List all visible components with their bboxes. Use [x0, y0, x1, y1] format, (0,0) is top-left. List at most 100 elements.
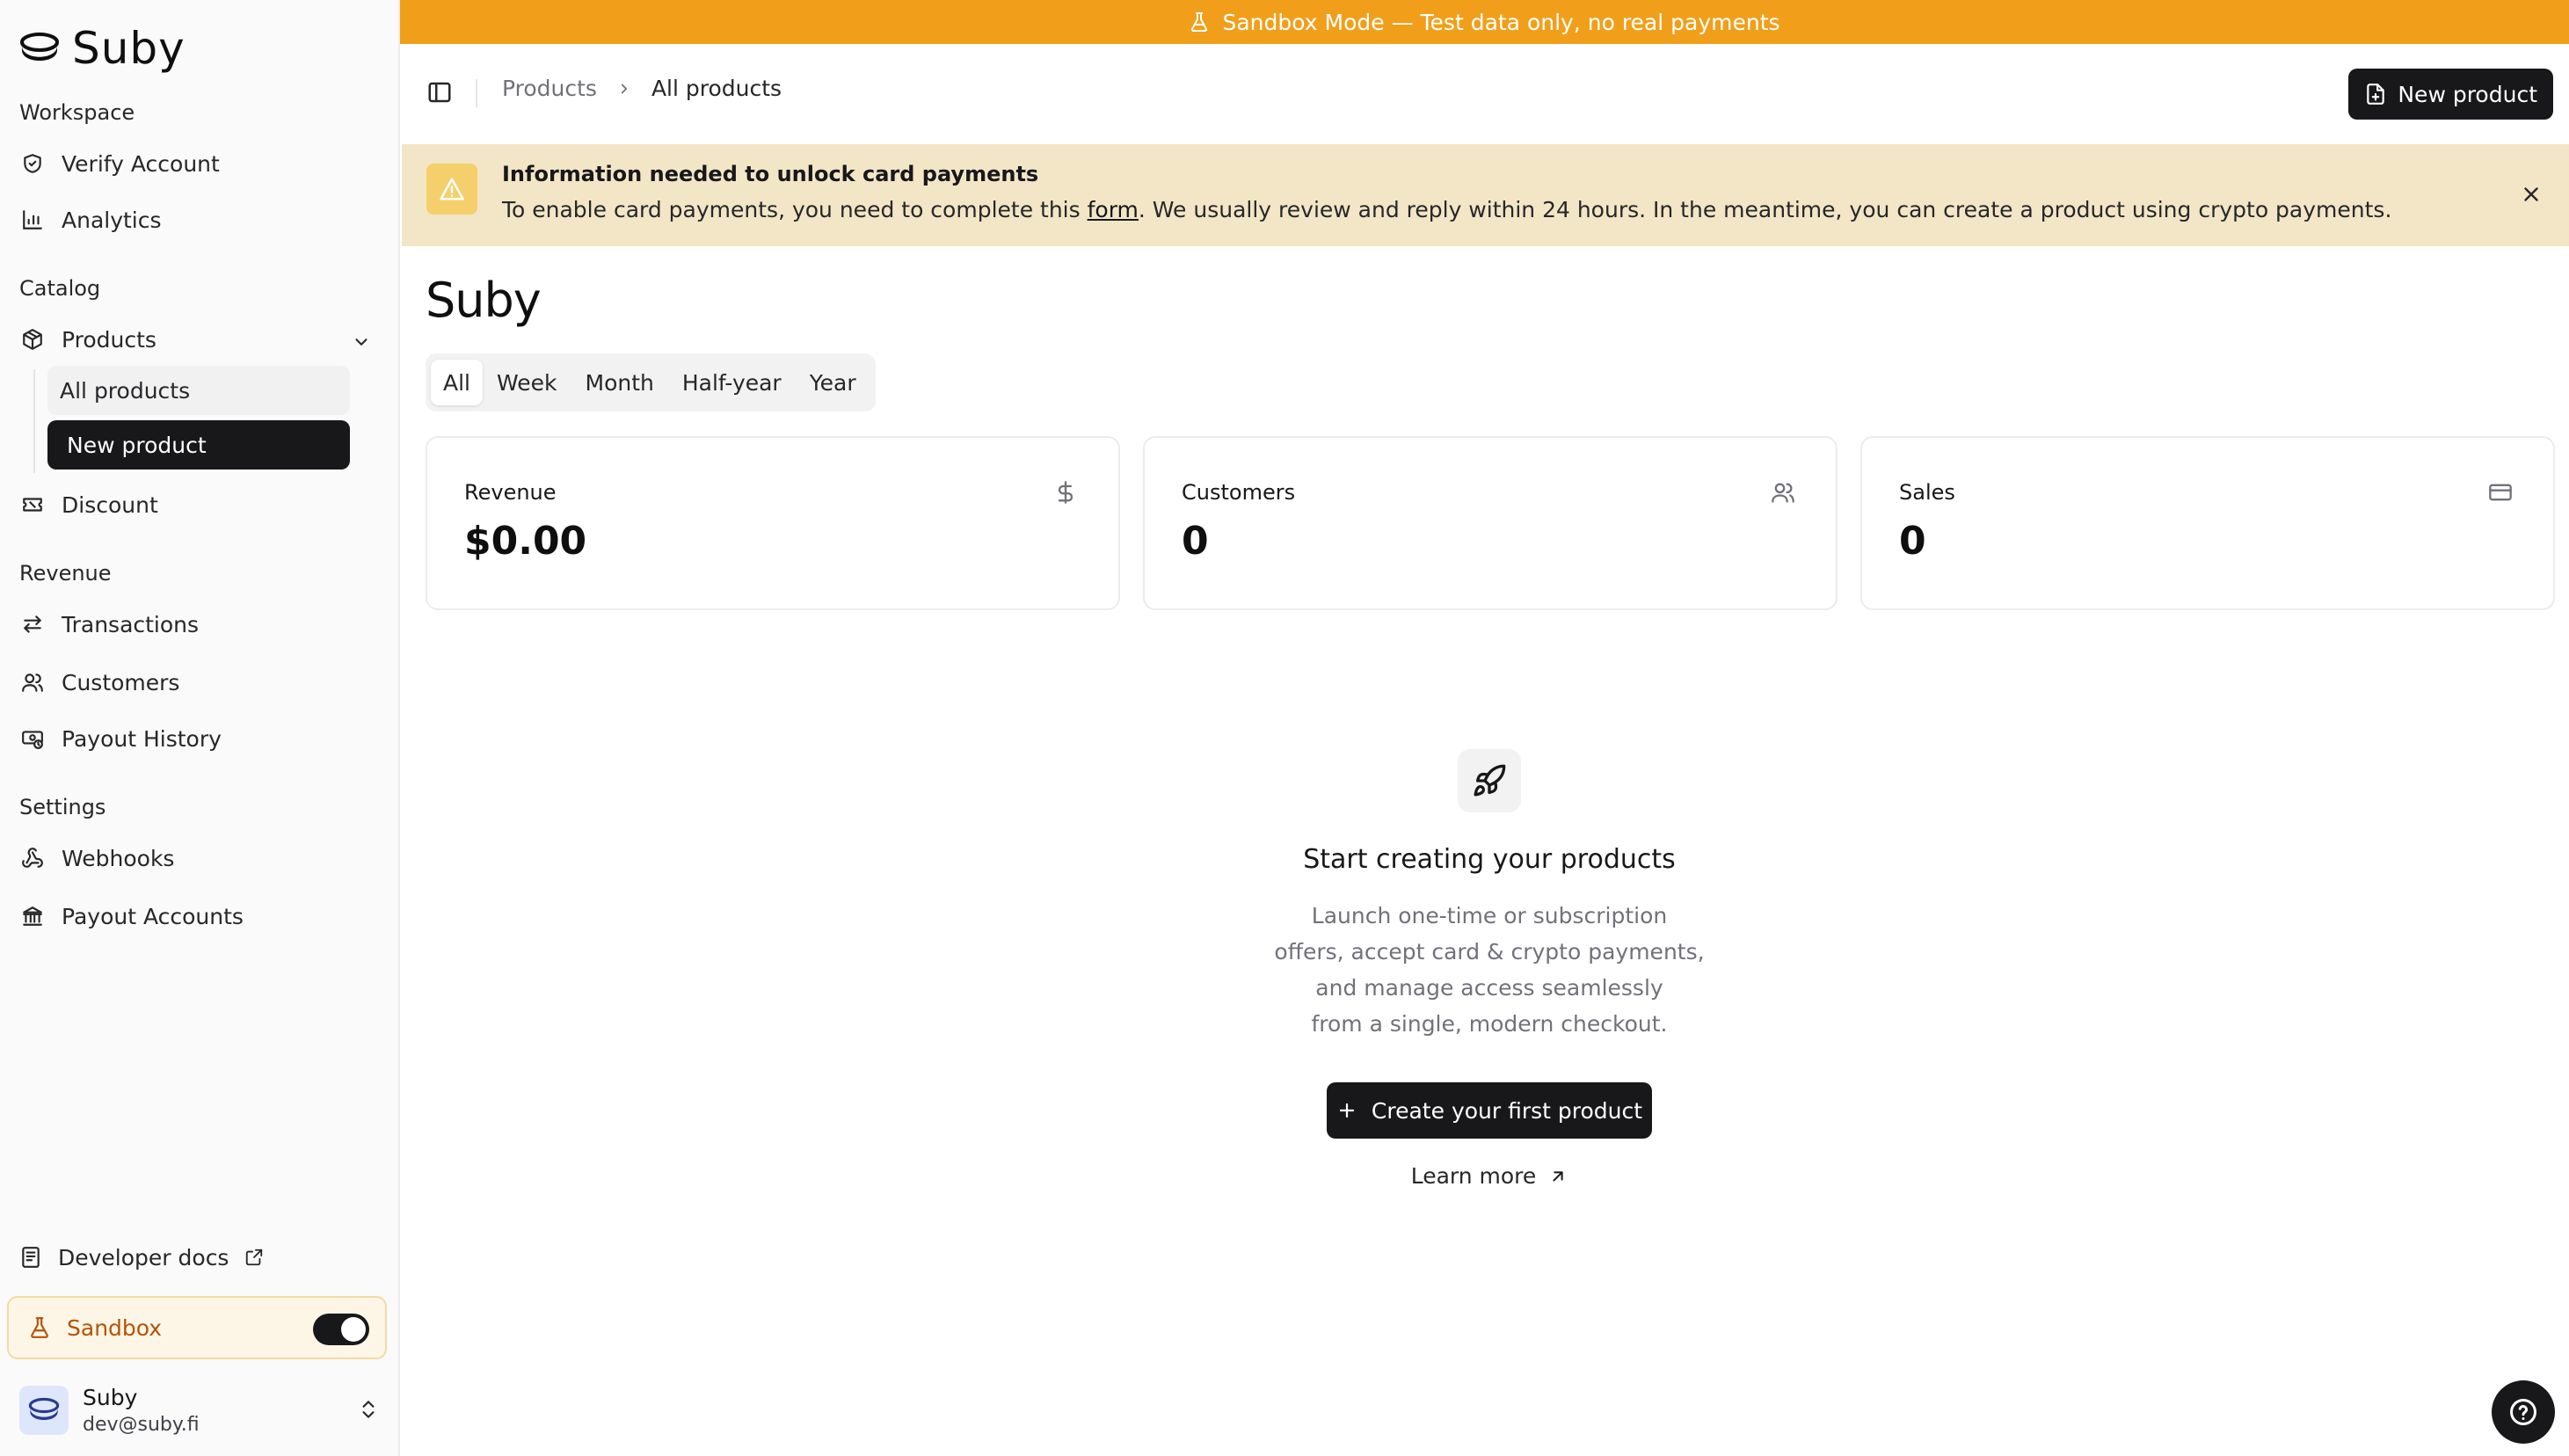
- webhook-icon: [19, 845, 46, 871]
- avatar: [19, 1386, 69, 1435]
- user-name: Suby: [83, 1385, 138, 1410]
- file-plus-icon: [2364, 83, 2387, 106]
- learn-more-link[interactable]: Learn more: [1411, 1163, 1568, 1189]
- empty-state: Start creating your products Launch one-…: [1138, 749, 1841, 1189]
- sidebar-item-label: Discount: [62, 491, 158, 518]
- info-banner-text: To enable card payments, you need to com…: [502, 197, 2391, 222]
- sidebar-item-label: Webhooks: [62, 845, 175, 871]
- toggle-knob: [341, 1317, 366, 1342]
- stat-label: Sales: [1899, 480, 1955, 505]
- page-title: Suby: [426, 273, 542, 328]
- rocket-icon: [1458, 749, 1521, 812]
- sandbox-panel: Sandbox: [7, 1296, 387, 1359]
- book-icon: [19, 1246, 42, 1269]
- sidebar-item-products[interactable]: Products: [19, 318, 156, 360]
- period-half-year[interactable]: Half-year: [668, 360, 796, 405]
- sidebar-item-label: Customers: [62, 669, 180, 695]
- shield-check-icon: [19, 150, 46, 177]
- stat-label: Customers: [1182, 480, 1296, 505]
- info-text-after: . We usually review and reply within 24 …: [1138, 197, 2392, 222]
- sidebar-item-payout-accounts[interactable]: Payout Accounts: [19, 895, 244, 937]
- user-account-switcher[interactable]: Suby dev@suby.fi: [19, 1382, 380, 1438]
- suby-logo-icon: [19, 31, 60, 66]
- sidebar-item-label: Products: [62, 326, 156, 353]
- info-text-before: To enable card payments, you need to com…: [502, 197, 1088, 222]
- description-line: offers, accept card & crypto payments,: [1274, 939, 1705, 965]
- revenue-card: Revenue $0.00: [426, 436, 1120, 610]
- customers-card: Customers 0: [1143, 436, 1838, 610]
- user-email: dev@suby.fi: [83, 1414, 200, 1436]
- sidebar-item-label: Payout History: [62, 725, 222, 752]
- developer-docs-link[interactable]: Developer docs: [19, 1236, 264, 1278]
- external-link-icon: [244, 1248, 264, 1267]
- sidebar-item-label: Transactions: [62, 611, 200, 637]
- users-icon: [1771, 480, 1797, 506]
- sidebar-item-label: Payout Accounts: [62, 903, 244, 929]
- info-banner-title: Information needed to unlock card paymen…: [502, 162, 1039, 186]
- sidebar-item-label: Verify Account: [62, 150, 220, 177]
- sales-card: Sales 0: [1860, 436, 2555, 610]
- chevrons-up-down-icon: [357, 1396, 380, 1423]
- description-line: Launch one-time or subscription: [1311, 903, 1668, 928]
- ticket-icon: [19, 491, 46, 518]
- arrow-up-right-icon: [1548, 1167, 1568, 1186]
- users-icon: [19, 669, 46, 695]
- close-icon[interactable]: [2520, 183, 2544, 207]
- stat-value: $0.00: [464, 519, 587, 564]
- breadcrumb-products[interactable]: Products: [502, 76, 597, 101]
- brand-logo[interactable]: Suby: [19, 23, 186, 74]
- bank-icon: [19, 903, 46, 929]
- flask-icon: [1189, 11, 1210, 33]
- sandbox-toggle[interactable]: [313, 1314, 369, 1345]
- sidebar-item-analytics[interactable]: Analytics: [19, 199, 162, 241]
- create-first-product-button[interactable]: Create your first product: [1327, 1082, 1652, 1139]
- empty-state-title: Start creating your products: [1303, 844, 1676, 875]
- sidebar-toggle-icon[interactable]: [426, 79, 455, 107]
- sidebar: Suby Workspace Verify Account Analytics …: [0, 0, 400, 1456]
- chevron-right-icon: [616, 81, 632, 97]
- description-line: from a single, modern checkout.: [1311, 1011, 1668, 1037]
- stat-label: Revenue: [464, 480, 557, 505]
- sidebar-item-customers[interactable]: Customers: [19, 661, 179, 703]
- brand-name: Suby: [72, 23, 186, 74]
- section-revenue: Revenue: [19, 561, 112, 586]
- period-all[interactable]: All: [431, 360, 483, 405]
- period-month[interactable]: Month: [571, 360, 668, 405]
- chevron-down-icon[interactable]: [348, 329, 375, 355]
- sandbox-mode-text: Sandbox Mode — Test data only, no real p…: [1222, 9, 1780, 35]
- sidebar-item-label: Analytics: [62, 207, 162, 233]
- arrows-left-right-icon: [19, 611, 46, 637]
- stat-value: 0: [1899, 519, 1926, 564]
- sidebar-item-new-product[interactable]: New product: [47, 420, 350, 470]
- warning-icon: [426, 164, 477, 215]
- bar-chart-icon: [19, 207, 46, 233]
- period-week[interactable]: Week: [483, 360, 571, 405]
- card-payments-info-banner: Information needed to unlock card paymen…: [402, 144, 2569, 246]
- new-product-label: New product: [2398, 81, 2537, 107]
- credit-card-icon: [2488, 480, 2514, 506]
- flask-icon: [28, 1316, 51, 1339]
- help-circle-icon: [2507, 1396, 2539, 1428]
- developer-docs-label: Developer docs: [58, 1244, 229, 1270]
- breadcrumb-current: All products: [651, 76, 782, 101]
- sidebar-item-payout-history[interactable]: Payout History: [19, 717, 222, 760]
- section-workspace: Workspace: [19, 100, 135, 125]
- divider: [476, 79, 477, 107]
- form-link[interactable]: form: [1088, 197, 1139, 222]
- sidebar-item-webhooks[interactable]: Webhooks: [19, 837, 174, 879]
- plus-icon: [1336, 1100, 1357, 1121]
- sidebar-item-discount[interactable]: Discount: [19, 484, 158, 526]
- package-icon: [19, 326, 46, 353]
- empty-state-description: Launch one-time or subscription offers, …: [1261, 898, 1718, 1042]
- help-button[interactable]: [2492, 1380, 2555, 1444]
- section-settings: Settings: [19, 795, 106, 819]
- sandbox-mode-banner: Sandbox Mode — Test data only, no real p…: [400, 0, 2569, 44]
- sidebar-item-all-products[interactable]: All products: [47, 366, 350, 415]
- create-first-product-label: Create your first product: [1371, 1097, 1643, 1124]
- sidebar-item-verify-account[interactable]: Verify Account: [19, 142, 220, 185]
- period-year[interactable]: Year: [796, 360, 870, 405]
- learn-more-label: Learn more: [1410, 1163, 1537, 1189]
- sidebar-item-transactions[interactable]: Transactions: [19, 603, 199, 645]
- new-product-button[interactable]: New product: [2348, 69, 2553, 120]
- sandbox-label: Sandbox: [67, 1314, 163, 1341]
